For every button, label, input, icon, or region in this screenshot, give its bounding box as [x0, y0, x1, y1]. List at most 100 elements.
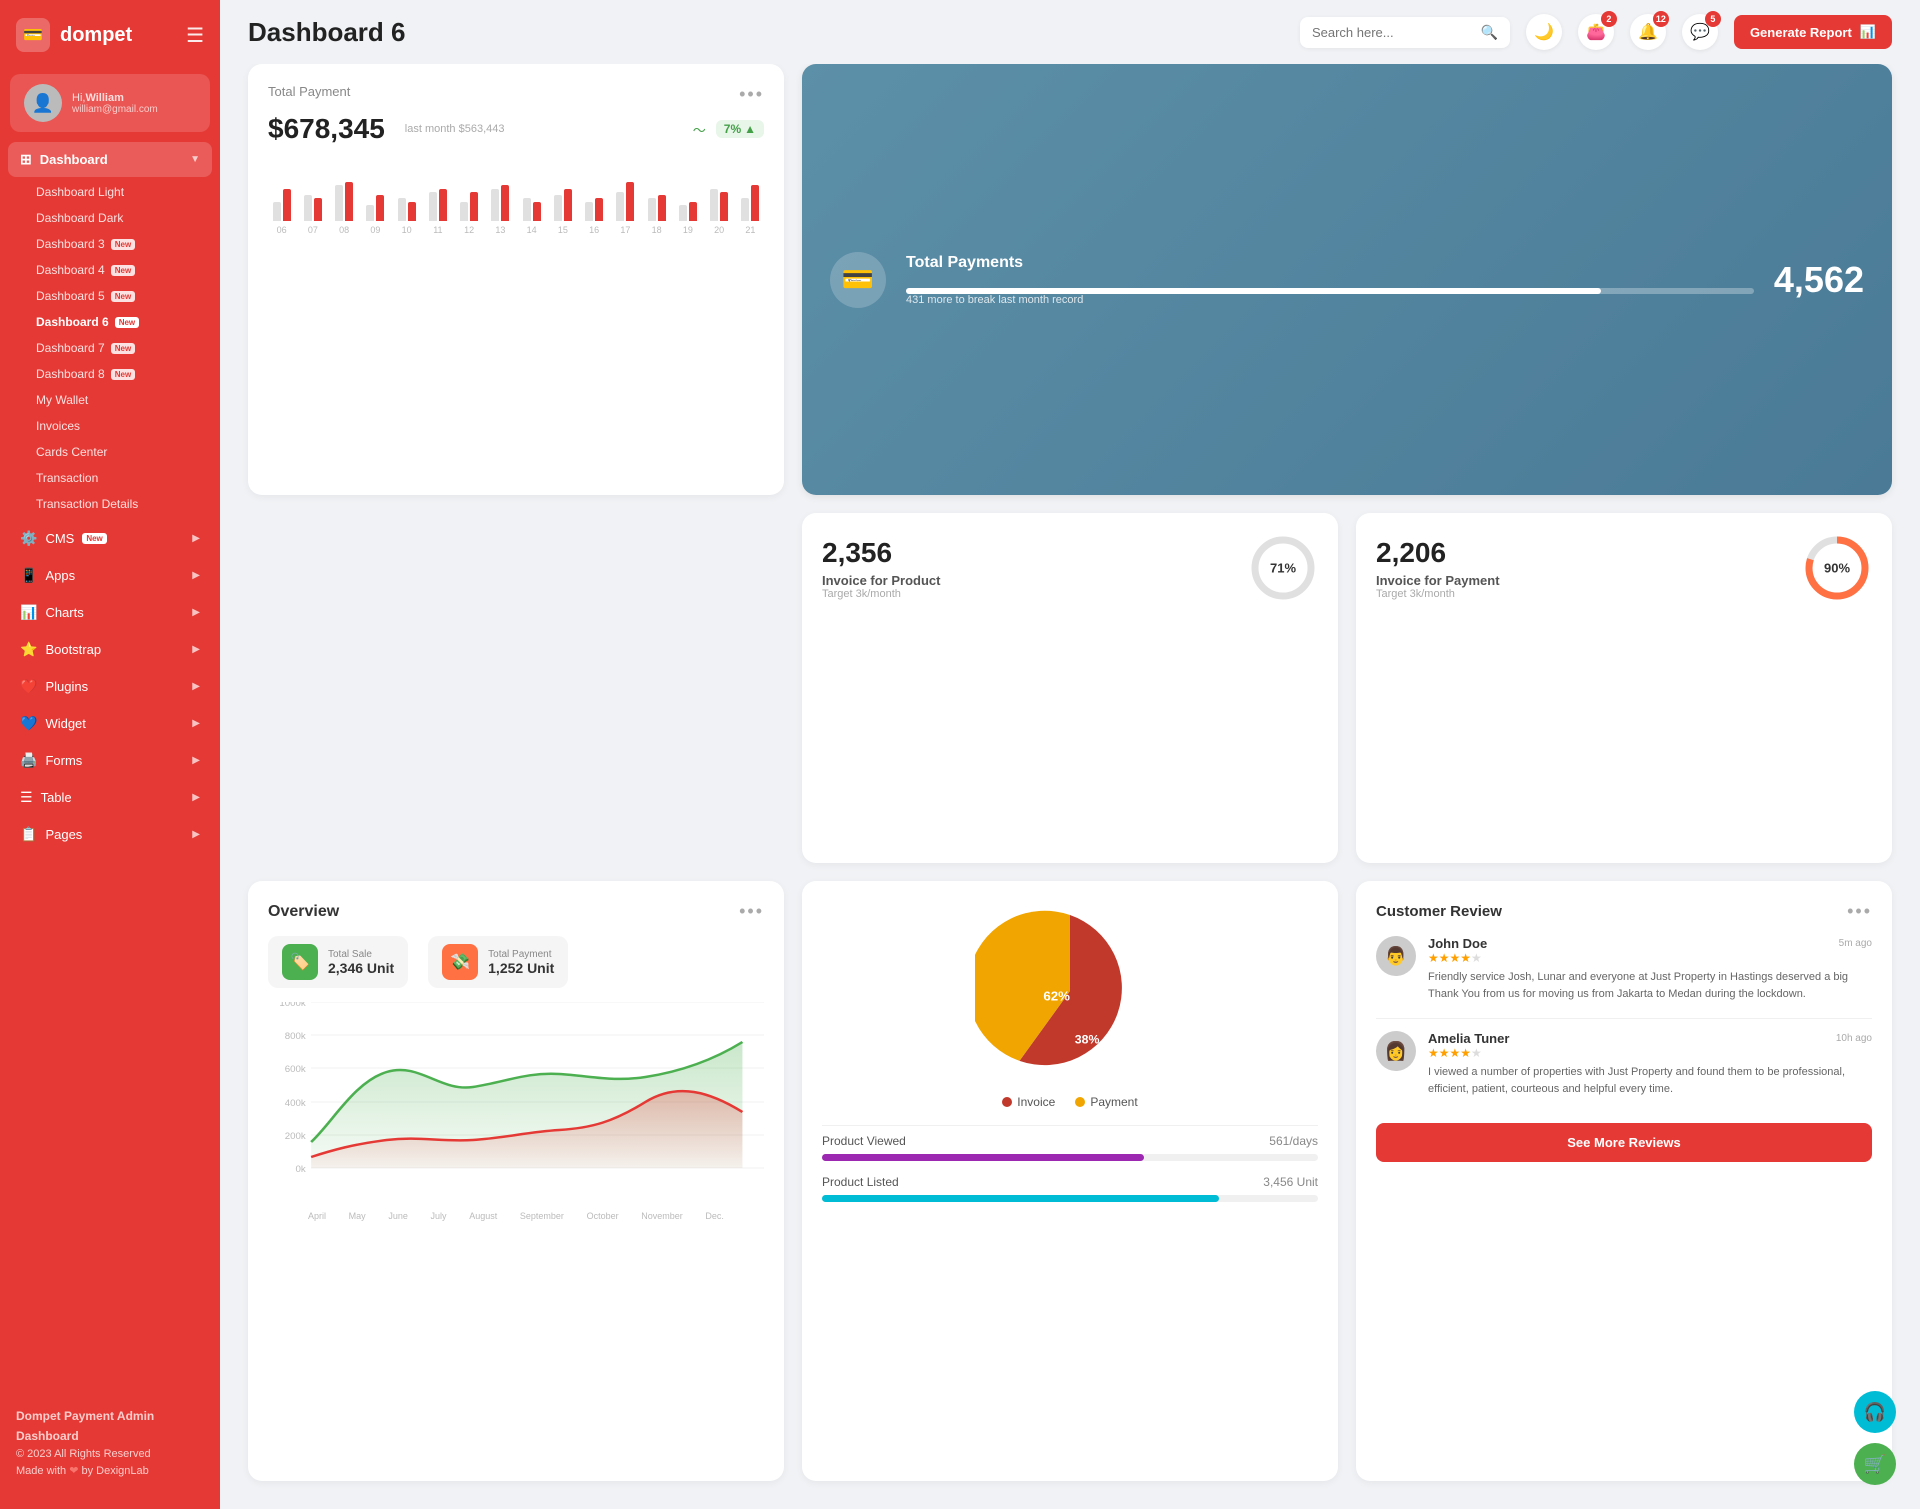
see-more-reviews-button[interactable]: See More Reviews	[1376, 1123, 1872, 1162]
bar-group: 12	[456, 156, 483, 235]
nav-section: ⊞ Dashboard ▼ Dashboard Light Dashboard …	[0, 142, 220, 854]
svg-text:1000k: 1000k	[279, 1002, 306, 1008]
sidebar-item-dashboard-light[interactable]: Dashboard Light	[24, 179, 212, 205]
bar-gray	[616, 192, 624, 221]
sidebar-item-dashboard-7[interactable]: Dashboard 7 New	[24, 335, 212, 361]
sidebar-item-cms[interactable]: ⚙️ CMS New ▶	[8, 521, 212, 556]
trend-badge: 7% ▲	[716, 120, 764, 138]
review-menu[interactable]: •••	[1847, 901, 1872, 922]
dashboard8-badge: New	[111, 369, 135, 380]
bar-gray	[648, 198, 656, 221]
invoice-product-pct: 71%	[1270, 561, 1296, 576]
svg-text:62%: 62%	[1043, 989, 1070, 1004]
x-label-august: August	[469, 1211, 497, 1221]
svg-text:400k: 400k	[285, 1098, 306, 1108]
bar-chart: 06070809101112131415161718192021	[268, 155, 764, 235]
bar-gray	[335, 185, 343, 221]
total-payment-menu[interactable]: •••	[739, 84, 764, 105]
sidebar-item-apps[interactable]: 📱 Apps ▶	[8, 558, 212, 593]
svg-text:38%: 38%	[1075, 1032, 1100, 1046]
sidebar-item-pages[interactable]: 📋 Pages ▶	[8, 817, 212, 852]
x-label-september: September	[520, 1211, 564, 1221]
bar-group: 16	[581, 156, 608, 235]
dashboard-nav-parent[interactable]: ⊞ Dashboard ▼	[8, 142, 212, 177]
review-text-1: Friendly service Josh, Lunar and everyon…	[1428, 969, 1872, 1002]
footer-brand: Dompet Payment Admin Dashboard	[16, 1407, 204, 1445]
sidebar-item-dashboard-6[interactable]: Dashboard 6 New	[24, 309, 212, 335]
search-input[interactable]	[1312, 25, 1473, 40]
footer-made-with: Made with ❤ by DexignLab	[16, 1463, 204, 1481]
bell-badge: 12	[1653, 11, 1669, 27]
hamburger-menu[interactable]: ☰	[186, 23, 204, 48]
sidebar-item-dashboard-dark[interactable]: Dashboard Dark	[24, 205, 212, 231]
x-label-april: April	[308, 1211, 326, 1221]
charts-icon: 📊	[20, 604, 37, 621]
overview-menu[interactable]: •••	[739, 901, 764, 922]
theme-toggle-btn[interactable]: 🌙	[1526, 14, 1562, 50]
bar-gray	[366, 205, 374, 221]
sidebar-item-charts[interactable]: 📊 Charts ▶	[8, 595, 212, 630]
dashboard-content: Total Payment ••• $678,345 last month $5…	[220, 64, 1920, 1509]
topbar: Dashboard 6 🔍 🌙 👛 2 🔔 12 💬 5 Gen	[220, 0, 1920, 64]
x-label-july: July	[431, 1211, 447, 1221]
bar-gray	[554, 195, 562, 221]
sidebar-item-my-wallet[interactable]: My Wallet	[24, 387, 212, 413]
bar-label: 18	[652, 225, 662, 235]
sidebar-item-dashboard-5[interactable]: Dashboard 5 New	[24, 283, 212, 309]
search-icon: 🔍	[1481, 24, 1498, 41]
cart-float-btn[interactable]: 🛒	[1854, 1443, 1896, 1485]
sidebar-item-forms[interactable]: 🖨️ Forms ▶	[8, 743, 212, 778]
dashboard-dark-label: Dashboard Dark	[36, 211, 123, 225]
total-payment-amount: $678,345	[268, 113, 385, 145]
bar-red	[751, 185, 759, 221]
tp-info: Total Payments 431 more to break last mo…	[906, 254, 1754, 306]
bar-group: 19	[674, 156, 701, 235]
sidebar-item-table[interactable]: ☰ Table ▶	[8, 780, 212, 815]
sidebar-item-widget[interactable]: 💙 Widget ▶	[8, 706, 212, 741]
topbar-right: 🔍 🌙 👛 2 🔔 12 💬 5 Generate Report 📊	[1300, 14, 1892, 50]
bar-gray	[429, 192, 437, 221]
generate-report-button[interactable]: Generate Report 📊	[1734, 15, 1892, 49]
bar-group: 13	[487, 156, 514, 235]
cart-icon: 🛒	[1864, 1454, 1886, 1475]
bar-label: 07	[308, 225, 318, 235]
sidebar-item-cards-center[interactable]: Cards Center	[24, 439, 212, 465]
bar-label: 11	[433, 225, 442, 235]
plugins-icon: ❤️	[20, 678, 37, 695]
bar-label: 10	[402, 225, 412, 235]
bar-red	[689, 202, 697, 222]
chat-btn[interactable]: 💬 5	[1682, 14, 1718, 50]
wallet-btn[interactable]: 👛 2	[1578, 14, 1614, 50]
sidebar-item-dashboard-4[interactable]: Dashboard 4 New	[24, 257, 212, 283]
dashboard7-badge: New	[111, 343, 135, 354]
bell-btn[interactable]: 🔔 12	[1630, 14, 1666, 50]
last-month-text: last month $563,443	[405, 123, 505, 135]
bar-red	[501, 185, 509, 221]
review-stars-2: ★★★★★	[1428, 1046, 1872, 1060]
bar-chart-icon: 📊	[1860, 24, 1876, 40]
bar-red	[658, 195, 666, 221]
avatar: 👤	[24, 84, 62, 122]
product-listed-bar	[822, 1195, 1219, 1202]
sidebar: 💳 dompet ☰ 👤 Hi,William william@gmail.co…	[0, 0, 220, 1509]
sidebar-item-transaction-details[interactable]: Transaction Details	[24, 491, 212, 517]
bar-red	[626, 182, 634, 221]
sidebar-item-invoices[interactable]: Invoices	[24, 413, 212, 439]
sidebar-item-dashboard-3[interactable]: Dashboard 3 New	[24, 231, 212, 257]
support-float-btn[interactable]: 🎧	[1854, 1391, 1896, 1433]
sidebar-item-transaction[interactable]: Transaction	[24, 465, 212, 491]
apps-arrow: ▶	[192, 570, 200, 581]
sidebar-item-bootstrap[interactable]: ⭐ Bootstrap ▶	[8, 632, 212, 667]
pages-arrow: ▶	[192, 829, 200, 840]
apps-icon: 📱	[20, 567, 37, 584]
bar-label: 21	[745, 225, 755, 235]
total-payment-title: Total Payment	[268, 84, 350, 99]
sidebar-item-plugins[interactable]: ❤️ Plugins ▶	[8, 669, 212, 704]
bar-gray	[304, 195, 312, 221]
bar-label: 08	[339, 225, 349, 235]
search-box[interactable]: 🔍	[1300, 17, 1510, 48]
bar-gray	[273, 202, 281, 222]
total-sale-label: Total Sale	[328, 949, 394, 960]
review-avatar-1: 👨	[1376, 936, 1416, 976]
sidebar-item-dashboard-8[interactable]: Dashboard 8 New	[24, 361, 212, 387]
